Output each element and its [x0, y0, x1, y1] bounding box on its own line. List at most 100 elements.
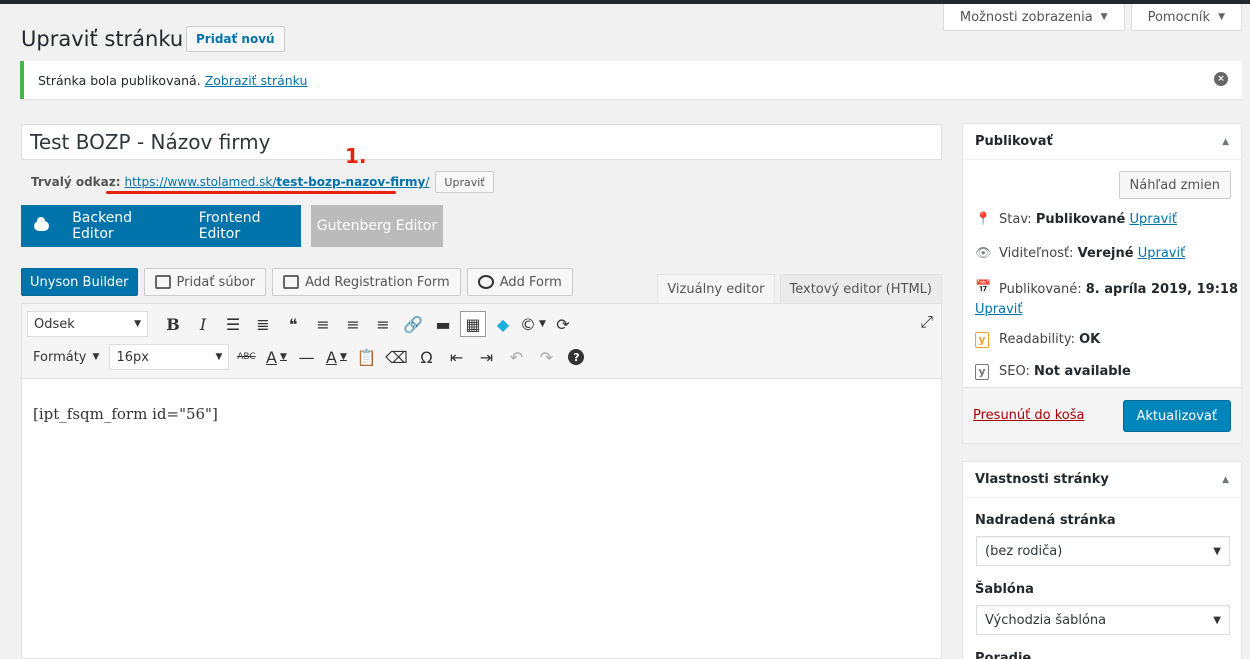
format-select[interactable]: Odsek ▼ [27, 311, 148, 337]
permalink-base: https://www.stolamed.sk/ [124, 175, 277, 189]
help-label: ? [568, 349, 585, 365]
add-form-label: Add Form [499, 274, 562, 290]
update-button[interactable]: Aktualizovať [1122, 400, 1231, 432]
background-color-label: A [266, 347, 277, 367]
template-select[interactable]: Východzia šablóna ▼ [976, 605, 1230, 635]
backend-editor-button[interactable]: Backend Editor [72, 210, 172, 242]
readability-row: y Readability: OK [975, 332, 1100, 348]
notice-text: Stránka bola publikovaná. [38, 72, 201, 88]
seo-value: Not available [1034, 364, 1131, 379]
status-value: Publikované [1035, 212, 1126, 227]
strikethrough-icon[interactable]: ABC [233, 344, 259, 370]
move-to-trash-link[interactable]: Presunúť do koša [973, 408, 1084, 423]
gutenberg-editor-button[interactable]: Gutenberg Editor [311, 205, 443, 247]
parent-page-value: (bez rodiča) [985, 543, 1063, 559]
font-size-select[interactable]: 16px ▼ [109, 344, 230, 370]
seo-row: y SEO: Not available [975, 364, 1131, 380]
parent-page-select[interactable]: (bez rodiča) ▼ [976, 536, 1230, 566]
success-notice: Stránka bola publikovaná. Zobraziť strán… [20, 61, 1242, 99]
screen-meta-links: Možnosti zobrazenia ▼ Pomocník ▼ [942, 4, 1242, 31]
read-more-icon[interactable]: ▬ [430, 311, 456, 337]
edit-date-link[interactable]: Upraviť [975, 302, 1022, 317]
paste-text-icon[interactable]: 📋 [353, 344, 379, 370]
cloud-icon [34, 217, 50, 231]
undo-icon[interactable]: ↶ [503, 344, 529, 370]
eye-icon: 👁 [975, 246, 992, 261]
edit-status-link[interactable]: Upraviť [1130, 212, 1177, 227]
bold-icon[interactable]: B [160, 311, 186, 337]
page-attributes-header[interactable]: Vlastnosti stránky ▲ [963, 462, 1241, 498]
seo-label: SEO: [999, 364, 1030, 379]
screen-options-button[interactable]: Možnosti zobrazenia ▼ [942, 4, 1125, 31]
bullet-list-icon[interactable]: ☰ [220, 311, 246, 337]
view-page-link[interactable]: Zobraziť stránku [205, 73, 308, 88]
copyright-menu-icon[interactable]: © ▼ [520, 311, 546, 337]
visibility-label: Viditeľnosť: [999, 246, 1074, 261]
font-size-value: 16px [116, 349, 149, 365]
status-row: 📍 Stav: Publikované Upraviť [975, 212, 1177, 227]
editor-content[interactable]: [ipt_fsqm_form id="56"] [22, 379, 941, 449]
pin-icon: 📍 [975, 212, 992, 227]
published-value: 8. apríla 2019, 19:18 [1085, 282, 1239, 297]
link-icon[interactable]: 🔗 [400, 311, 426, 337]
permalink-link[interactable]: https://www.stolamed.sk/test-bozp-nazov-… [125, 175, 430, 189]
formats-label: Formáty [33, 349, 87, 365]
clear-formatting-icon[interactable]: ⌫ [383, 344, 409, 370]
help-button[interactable]: Pomocník ▼ [1130, 4, 1242, 31]
plugin-diamond-icon[interactable]: ◆ [490, 311, 516, 337]
help-label: Pomocník [1147, 9, 1211, 25]
numbered-list-icon[interactable]: ≣ [250, 311, 276, 337]
edit-slug-button[interactable]: Upraviť [435, 171, 494, 193]
outdent-icon[interactable]: ⇤ [443, 344, 469, 370]
publish-box: Publikovať ▲ Náhľad zmien 📍 Stav: Publik… [962, 123, 1242, 443]
add-registration-form-button[interactable]: Add Registration Form [272, 268, 461, 296]
keyboard-help-icon[interactable]: ? [563, 344, 589, 370]
refresh-icon[interactable]: ⟳ [550, 311, 576, 337]
visibility-row: 👁 Viditeľnosť: Verejné Upraviť [975, 246, 1185, 261]
blockquote-icon[interactable]: ❝ [280, 311, 306, 337]
edit-visibility-link[interactable]: Upraviť [1138, 246, 1185, 261]
redo-icon[interactable]: ↷ [533, 344, 559, 370]
content-editor: Odsek ▼ B I ☰ ≣ ❝ ≡ ≡ ≡ 🔗 ▬ ▦ ◆ © ▼ ⟳ ⤢ Fo… [21, 303, 942, 659]
special-character-icon[interactable]: Ω [413, 344, 439, 370]
add-new-button[interactable]: Pridať novú [186, 26, 285, 52]
publish-box-header[interactable]: Publikovať ▲ [963, 124, 1241, 160]
screen-options-label: Možnosti zobrazenia [959, 9, 1093, 25]
horizontal-line-icon[interactable]: — [293, 344, 319, 370]
calendar-icon: 📅 [975, 280, 992, 295]
permalink-row: Trvalý odkaz: https://www.stolamed.sk/te… [31, 171, 494, 193]
editor-toolbar: Odsek ▼ B I ☰ ≣ ❝ ≡ ≡ ≡ 🔗 ▬ ▦ ◆ © ▼ ⟳ ⤢ Fo… [22, 304, 941, 379]
align-right-icon[interactable]: ≡ [370, 311, 396, 337]
tab-visual[interactable]: Vizuálny editor [657, 274, 775, 303]
caret-down-icon: ▼ [134, 319, 141, 329]
frontend-editor-button[interactable]: Frontend Editor [199, 210, 301, 242]
toolbar-row-2: Formáty ▼ 16px ▼ ABC A ▼ — A ▼ 📋 ⌫ Ω ⇤ ⇥ ↶ ↷… [27, 343, 589, 371]
page-attributes-title: Vlastnosti stránky [975, 472, 1109, 487]
text-color-icon[interactable]: A ▼ [323, 344, 349, 370]
formats-dropdown[interactable]: Formáty ▼ [27, 344, 105, 370]
add-form-button[interactable]: Add Form [466, 268, 573, 296]
toolbar-toggle-icon[interactable]: ▦ [460, 311, 486, 337]
template-label: Šablóna [975, 582, 1034, 597]
media-buttons: Unyson Builder Pridať súbor Add Registra… [21, 268, 573, 296]
post-title-input[interactable]: Test BOZP - Názov firmy [21, 124, 942, 160]
caret-down-icon: ▼ [1213, 545, 1221, 557]
align-left-icon[interactable]: ≡ [310, 311, 336, 337]
tab-text[interactable]: Textový editor (HTML) [779, 274, 942, 303]
dismiss-icon[interactable]: × [1214, 72, 1228, 86]
collapse-icon[interactable]: ▲ [1222, 137, 1229, 147]
parent-page-label: Nadradená stránka [975, 513, 1116, 528]
toolbar-row-1: Odsek ▼ B I ☰ ≣ ❝ ≡ ≡ ≡ 🔗 ▬ ▦ ◆ © ▼ ⟳ [27, 310, 576, 338]
unyson-builder-button[interactable]: Unyson Builder [21, 268, 138, 296]
caret-down-icon: ▼ [1100, 12, 1108, 22]
background-color-icon[interactable]: A ▼ [263, 344, 289, 370]
indent-icon[interactable]: ⇥ [473, 344, 499, 370]
add-media-button[interactable]: Pridať súbor [143, 268, 267, 296]
italic-icon[interactable]: I [190, 311, 216, 337]
fullscreen-icon[interactable]: ⤢ [920, 312, 933, 332]
align-center-icon[interactable]: ≡ [340, 311, 366, 337]
preview-changes-button[interactable]: Náhľad zmien [1118, 171, 1231, 199]
order-label: Poradie [975, 651, 1032, 659]
collapse-icon[interactable]: ▲ [1222, 475, 1229, 485]
caret-down-icon: ▼ [215, 352, 223, 362]
